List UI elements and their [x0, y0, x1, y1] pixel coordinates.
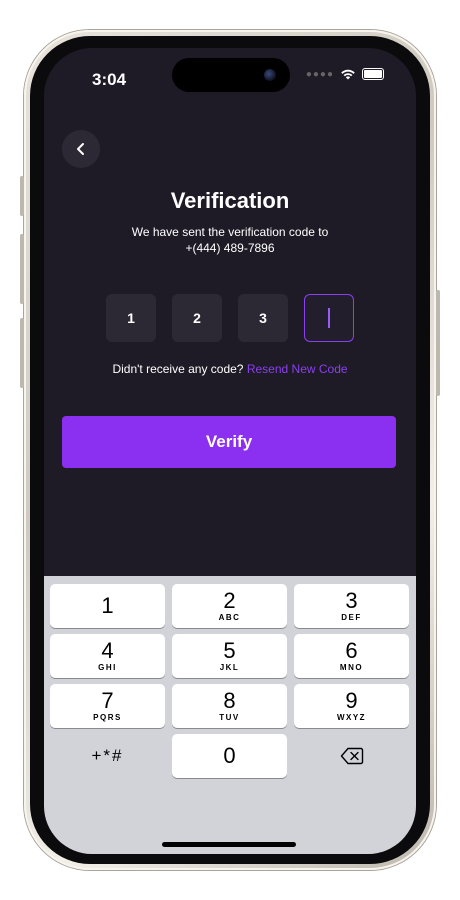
resend-prompt: Didn't receive any code?	[112, 362, 244, 376]
signal-icon: ●●●●	[305, 68, 334, 80]
key-digit: 4	[101, 638, 114, 663]
home-indicator[interactable]	[162, 842, 296, 847]
code-input-row: 1 2 3	[106, 294, 354, 342]
key-letters: MNO	[339, 663, 364, 672]
battery-icon	[362, 68, 384, 80]
key-letters: TUV	[219, 713, 240, 722]
key-1[interactable]: 1	[50, 584, 165, 628]
key-letters: DEF	[341, 613, 362, 622]
text-cursor	[328, 308, 330, 328]
volume-down-button	[20, 318, 24, 388]
subtitle-text: We have sent the verification code to	[131, 225, 329, 239]
key-digit: 5	[223, 638, 236, 663]
mute-switch	[20, 176, 24, 216]
key-digit: 0	[223, 743, 236, 768]
status-time: 3:04	[92, 70, 127, 89]
volume-up-button	[20, 234, 24, 304]
wifi-icon	[341, 69, 355, 80]
code-digit-2[interactable]: 2	[172, 294, 222, 342]
key-letters: WXYZ	[336, 713, 367, 722]
key-letters: ABC	[218, 613, 241, 622]
resend-row: Didn't receive any code? Resend New Code	[44, 362, 416, 376]
key-digit: 1	[101, 593, 114, 618]
back-button[interactable]	[62, 130, 100, 168]
chevron-left-icon	[77, 143, 84, 155]
page-subtitle: We have sent the verification code to +(…	[84, 224, 376, 256]
key-letters: GHI	[98, 663, 117, 672]
key-5[interactable]: 5 JKL	[172, 634, 287, 678]
page-title: Verification	[170, 188, 290, 213]
power-button	[436, 290, 440, 396]
key-letters: PQRS	[93, 713, 122, 722]
verify-button[interactable]: Verify	[62, 416, 396, 468]
backspace-icon	[340, 747, 363, 765]
resend-code-link[interactable]: Resend New Code	[247, 362, 348, 376]
status-icons: ●●●●	[306, 68, 384, 80]
key-digit: 9	[345, 688, 358, 713]
key-4[interactable]: 4 GHI	[50, 634, 165, 678]
key-digit: 2	[223, 588, 236, 613]
key-digit: 3	[345, 588, 358, 613]
app-screen: 3:04 ●●●● Verification We have sent the …	[44, 48, 416, 854]
key-6[interactable]: 6 MNO	[294, 634, 409, 678]
key-digit: 6	[345, 638, 358, 663]
key-3[interactable]: 3 DEF	[294, 584, 409, 628]
key-2[interactable]: 2 ABC	[172, 584, 287, 628]
key-letters: JKL	[219, 663, 240, 672]
delete-key[interactable]	[294, 734, 409, 778]
key-digit: 8	[223, 688, 236, 713]
key-0[interactable]: 0	[172, 734, 287, 778]
key-9[interactable]: 9 WXYZ	[294, 684, 409, 728]
camera-icon	[264, 69, 276, 81]
dynamic-island	[172, 58, 290, 92]
key-digit: 7	[101, 688, 114, 713]
numeric-keypad: 1 2 ABC 3 DEF 4 GHI 5 JKL 6 MNO 7 PQRS 8…	[44, 576, 416, 854]
code-digit-4[interactable]	[304, 294, 354, 342]
code-digit-3[interactable]: 3	[238, 294, 288, 342]
code-digit-1[interactable]: 1	[106, 294, 156, 342]
key-8[interactable]: 8 TUV	[172, 684, 287, 728]
key-7[interactable]: 7 PQRS	[50, 684, 165, 728]
phone-number: +(444) 489-7896	[185, 241, 275, 255]
symbols-key[interactable]: +*#	[50, 734, 165, 778]
